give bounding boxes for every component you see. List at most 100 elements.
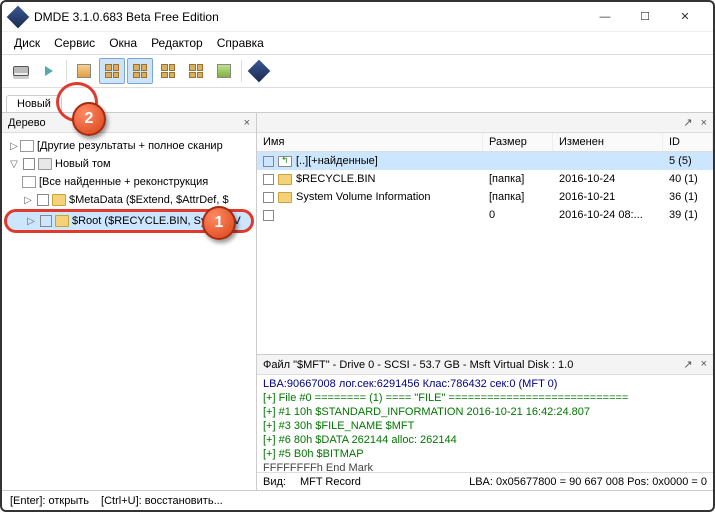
folder-icon (278, 192, 292, 203)
pane-close-icon[interactable]: × (701, 117, 707, 129)
hex-header: Файл "$MFT" - Drive 0 - SCSI - 53.7 GB -… (257, 355, 713, 375)
expand-icon[interactable]: ▷ (8, 141, 20, 152)
file-size: 0 (483, 209, 553, 221)
pane-close-icon[interactable]: × (701, 358, 707, 371)
folder-icon (55, 215, 69, 227)
file-id: 5 (5) (663, 155, 713, 167)
hex-line: [+] #3 30h $FILE_NAME $MFT (263, 419, 707, 433)
tab-main[interactable]: Новый (6, 95, 62, 112)
menu-editor[interactable]: Редактор (145, 34, 209, 52)
hex-pane: Файл "$MFT" - Drive 0 - SCSI - 53.7 GB -… (257, 354, 713, 490)
toolbar-save-button[interactable] (211, 58, 237, 84)
toolbar-view2-button[interactable] (127, 58, 153, 84)
hex-view-label: Вид: (263, 476, 286, 488)
title-bar: DMDE 3.1.0.683 Beta Free Edition — ☐ ✕ (2, 2, 713, 32)
file-name: $RECYCLE.BIN (296, 173, 375, 185)
save-icon (217, 64, 231, 78)
menu-bar: Диск Сервис Окна Редактор Справка (2, 32, 713, 54)
toolbar-view1-button[interactable] (99, 58, 125, 84)
toolbar-play-button[interactable] (36, 58, 62, 84)
status-enter: [Enter]: открыть (10, 495, 89, 507)
toolbar-disk-button[interactable] (8, 58, 34, 84)
hex-body[interactable]: LBA:90667008 лог.сек:6291456 Клас:786432… (257, 375, 713, 472)
play-icon (45, 66, 53, 76)
expand-icon[interactable]: ↗ (683, 116, 692, 129)
logo-icon (248, 60, 271, 83)
collapse-icon[interactable]: ▽ (8, 159, 20, 170)
tree-item[interactable]: ▷ [Другие результаты + полное сканир (4, 137, 254, 155)
grid-icon (161, 64, 175, 78)
page-icon (22, 176, 36, 188)
tree-body[interactable]: ▷ [Другие результаты + полное сканир ▽ Н… (2, 133, 256, 490)
grid-icon (133, 64, 147, 78)
disk-icon (13, 66, 29, 76)
expand-icon[interactable]: ↗ (683, 358, 692, 371)
checkbox[interactable] (37, 194, 49, 206)
file-row[interactable]: System Volume Information [папка] 2016-1… (257, 188, 713, 206)
close-button[interactable]: ✕ (665, 3, 705, 31)
expand-icon[interactable]: ▷ (22, 195, 34, 206)
folder-icon (77, 64, 91, 78)
menu-windows[interactable]: Окна (103, 34, 143, 52)
tree-close-icon[interactable]: × (244, 117, 250, 129)
file-name: System Volume Information (296, 191, 431, 203)
col-id[interactable]: ID (663, 133, 713, 151)
checkbox[interactable] (23, 158, 35, 170)
app-logo-icon (7, 5, 30, 28)
hex-view-mode[interactable]: MFT Record (300, 476, 361, 488)
col-modified[interactable]: Изменен (553, 133, 663, 151)
file-id: 40 (1) (663, 173, 713, 185)
hex-line: LBA:90667008 лог.сек:6291456 Клас:786432… (263, 377, 707, 391)
window-title: DMDE 3.1.0.683 Beta Free Edition (34, 10, 585, 24)
checkbox[interactable] (263, 174, 274, 185)
checkbox[interactable] (263, 210, 274, 221)
file-mod: 2016-10-21 (553, 191, 663, 203)
file-name: [..][+найденные] (296, 155, 378, 167)
toolbar-view3-button[interactable] (155, 58, 181, 84)
hex-footer: Вид: MFT Record LBA: 0x05677800 = 90 667… (257, 472, 713, 490)
file-size: [папка] (483, 191, 553, 203)
toolbar-view4-button[interactable] (183, 58, 209, 84)
hex-line: [+] #1 10h $STANDARD_INFORMATION 2016-10… (263, 405, 707, 419)
file-id: 39 (1) (663, 209, 713, 221)
drive-icon (38, 158, 52, 170)
menu-service[interactable]: Сервис (48, 34, 101, 52)
file-row[interactable]: $RECYCLE.BIN [папка] 2016-10-24 40 (1) (257, 170, 713, 188)
minimize-button[interactable]: — (585, 3, 625, 31)
tree-label: [Другие результаты + полное сканир (37, 140, 223, 152)
checkbox[interactable] (40, 215, 52, 227)
file-list[interactable]: [..][+найденные] 5 (5) $RECYCLE.BIN [пап… (257, 152, 713, 354)
toolbar-separator (66, 60, 67, 82)
tree-item[interactable]: ▽ Новый том (4, 155, 254, 173)
maximize-button[interactable]: ☐ (625, 3, 665, 31)
grid-icon (189, 64, 203, 78)
file-id: 36 (1) (663, 191, 713, 203)
hex-lba-info: LBA: 0x05677800 = 90 667 008 Pos: 0x0000… (469, 476, 707, 488)
menu-help[interactable]: Справка (211, 34, 270, 52)
menu-disk[interactable]: Диск (8, 34, 46, 52)
checkbox[interactable] (263, 192, 274, 203)
file-mod: 2016-10-24 08:... (553, 209, 663, 221)
file-mod: 2016-10-24 (553, 173, 663, 185)
file-row[interactable]: [..][+найденные] 5 (5) (257, 152, 713, 170)
file-row[interactable]: 0 2016-10-24 08:... 39 (1) (257, 206, 713, 224)
checkbox[interactable] (263, 156, 274, 167)
folder-icon (52, 194, 66, 206)
right-pane: ↗ × Имя Размер Изменен ID [..][+найденны… (257, 113, 713, 490)
hex-line: [+] File #0 ======== (1) ==== "FILE" ===… (263, 391, 707, 405)
col-name[interactable]: Имя (257, 133, 483, 151)
grid-icon (105, 64, 119, 78)
toolbar (2, 54, 713, 88)
tab-strip: Новый (2, 88, 713, 112)
status-ctrlu: [Ctrl+U]: восстановить... (101, 495, 223, 507)
toolbar-separator (241, 60, 242, 82)
folder-icon (278, 174, 292, 185)
annotation-callout-2: 2 (72, 102, 106, 136)
hex-line: [+] #5 B0h $BITMAP (263, 447, 707, 461)
status-bar: [Enter]: открыть [Ctrl+U]: восстановить.… (2, 490, 713, 510)
expand-icon[interactable]: ▷ (25, 216, 37, 227)
toolbar-about-button[interactable] (246, 58, 272, 84)
tree-item[interactable]: [Все найденные + реконструкция (4, 173, 254, 191)
col-size[interactable]: Размер (483, 133, 553, 151)
toolbar-folder-button[interactable] (71, 58, 97, 84)
